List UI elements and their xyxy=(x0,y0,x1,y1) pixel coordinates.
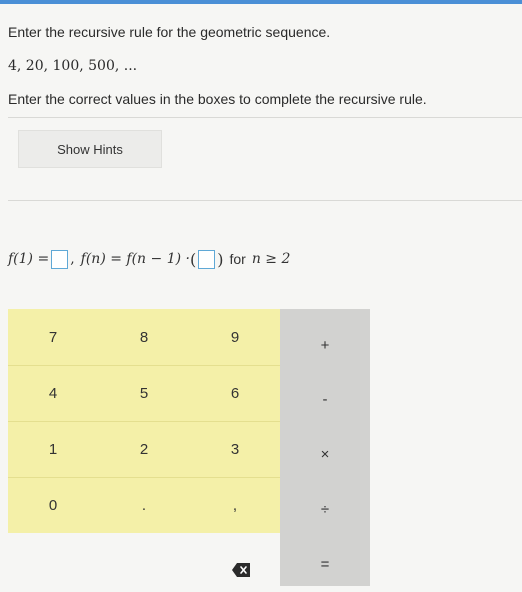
condition-expression: n ≥ 2 xyxy=(251,251,291,267)
backspace-icon[interactable] xyxy=(232,563,250,577)
common-ratio-input[interactable] xyxy=(198,249,216,269)
digit-pad: 7 8 9 4 5 6 1 2 3 0 . , xyxy=(8,309,280,533)
key-divide[interactable]: ÷ xyxy=(280,481,370,537)
key-5[interactable]: 5 xyxy=(99,365,189,421)
key-6[interactable]: 6 xyxy=(190,365,280,421)
key-2[interactable]: 2 xyxy=(99,421,189,477)
key-plus[interactable]: + xyxy=(280,317,370,373)
close-paren: ) xyxy=(217,249,224,269)
key-8[interactable]: 8 xyxy=(99,309,189,365)
key-9[interactable]: 9 xyxy=(190,309,280,365)
formula-fn-label: f(n) = f(n − 1) · xyxy=(80,251,190,267)
key-equals[interactable]: = xyxy=(280,536,370,592)
condition-word: for xyxy=(229,251,246,267)
key-0[interactable]: 0 xyxy=(8,477,98,533)
top-accent-bar xyxy=(0,0,522,4)
key-1[interactable]: 1 xyxy=(8,421,98,477)
formula-separator: , xyxy=(70,251,75,267)
key-7[interactable]: 7 xyxy=(8,309,98,365)
key-minus[interactable]: - xyxy=(280,371,370,427)
divider xyxy=(8,200,522,201)
key-3[interactable]: 3 xyxy=(190,421,280,477)
first-term-input[interactable] xyxy=(51,249,69,269)
key-4[interactable]: 4 xyxy=(8,365,98,421)
question-instructions: Enter the correct values in the boxes to… xyxy=(8,91,427,107)
math-keypad: 7 8 9 4 5 6 1 2 3 0 . , + - × ÷ = xyxy=(8,309,370,586)
key-comma[interactable]: , xyxy=(190,477,280,533)
open-paren: ( xyxy=(189,249,197,269)
operator-pad: + - × ÷ = xyxy=(280,309,370,586)
recursive-rule-formula: f(1) = , f(n) = f(n − 1) · ( ) for n ≥ 2 xyxy=(8,247,290,271)
keypad-bottom-row xyxy=(8,533,280,586)
divider xyxy=(8,117,522,118)
formula-f1-label: f(1) = xyxy=(8,251,50,267)
key-multiply[interactable]: × xyxy=(280,426,370,482)
sequence-terms: 4, 20, 100, 500, ... xyxy=(8,58,138,74)
show-hints-button[interactable]: Show Hints xyxy=(18,130,162,168)
key-decimal-point[interactable]: . xyxy=(99,477,189,533)
question-title: Enter the recursive rule for the geometr… xyxy=(8,24,331,40)
